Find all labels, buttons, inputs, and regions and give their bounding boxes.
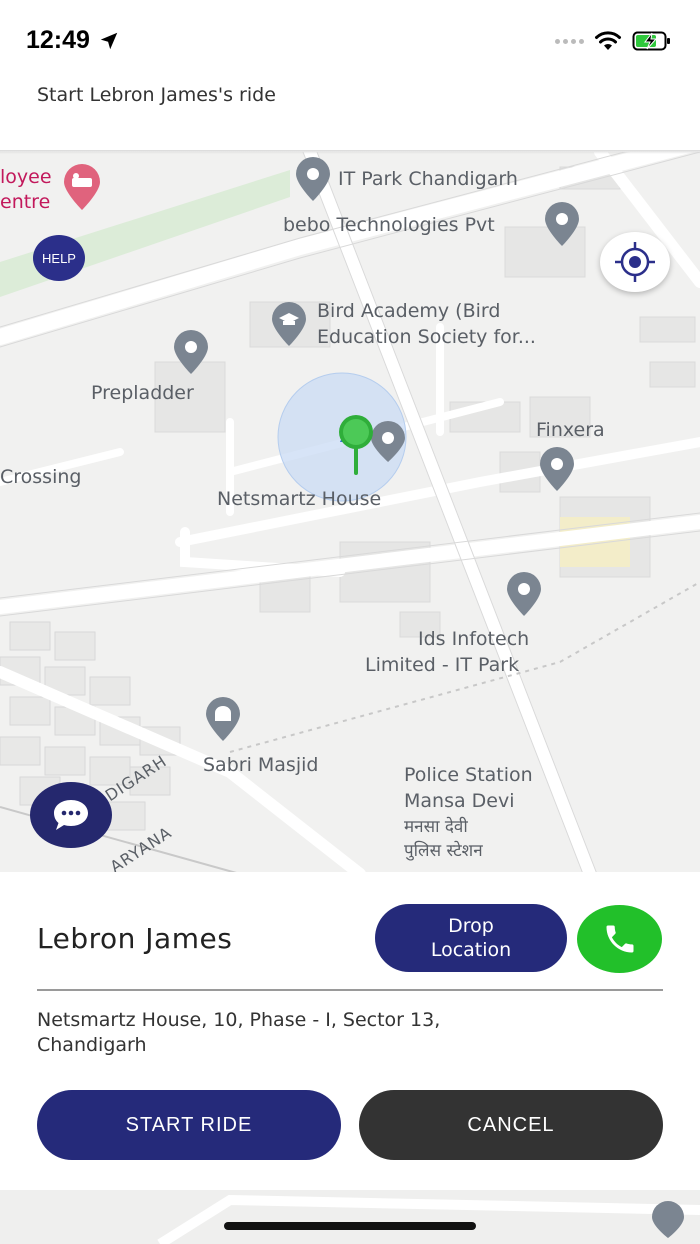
chat-button[interactable]: [30, 782, 112, 848]
map-label-employee-centre-1: loyee: [0, 166, 52, 188]
map-label-it-park: IT Park Chandigarh: [338, 168, 518, 190]
map-label-bebo: bebo Technologies Pvt: [283, 214, 495, 236]
wifi-icon: [595, 31, 621, 50]
map-label-prepladder: Prepladder: [91, 382, 194, 404]
rider-name: Lebron James: [37, 922, 233, 955]
divider: [37, 989, 663, 991]
hotel-pin-icon: [64, 164, 100, 210]
map-label-employee-centre-2: entre: [0, 191, 51, 213]
status-indicators: [555, 30, 672, 52]
map-label-police-hi-2: पुलिस स्टेशन: [404, 841, 483, 861]
mosque-pin-icon: [206, 697, 240, 741]
map-label-bird-academy-1: Bird Academy (Bird: [317, 300, 501, 322]
map-view[interactable]: loyee entre HELP IT Park Chandigarh bebo…: [0, 152, 700, 874]
page-title: Start Lebron James's ride: [37, 84, 276, 106]
status-time: 12:49: [26, 26, 90, 54]
chat-bubble-icon: [54, 800, 88, 830]
map-label-sabri-masjid: Sabri Masjid: [203, 754, 319, 776]
header-shadow: [0, 150, 700, 154]
map-label-police-1: Police Station: [404, 764, 533, 786]
status-time-group: 12:49: [26, 26, 120, 55]
school-pin-icon: [272, 302, 306, 346]
drop-location-button[interactable]: Drop Location: [375, 904, 567, 972]
place-pin-icon: [507, 572, 541, 616]
start-ride-button[interactable]: START RIDE: [37, 1090, 341, 1160]
phone-icon: [606, 925, 633, 953]
my-location-button[interactable]: [600, 232, 670, 292]
bottom-map-peek: [0, 1190, 700, 1244]
map-label-bird-academy-2: Education Society for...: [317, 326, 536, 348]
battery-charging-icon: [632, 31, 670, 51]
place-pin-icon: [540, 447, 574, 491]
map-label-crossing: Crossing: [0, 466, 82, 488]
place-pin-icon: [174, 330, 208, 374]
call-button[interactable]: [577, 905, 662, 973]
my-location-icon: [615, 242, 655, 282]
signal-strength-icon: [555, 38, 584, 44]
map-label-finxera: Finxera: [536, 419, 605, 441]
help-button[interactable]: HELP: [33, 235, 85, 281]
map-label-police-hi-1: मनसा देवी: [404, 817, 468, 837]
location-arrow-icon: [100, 32, 118, 49]
map-roads: [0, 152, 700, 874]
place-pin-icon: [545, 202, 579, 246]
place-pin-icon: [296, 157, 330, 201]
home-indicator[interactable]: [224, 1222, 476, 1230]
pickup-address: Netsmartz House, 10, Phase - I, Sector 1…: [37, 1009, 441, 1056]
status-bar: 12:49: [0, 0, 700, 80]
current-location-pin-icon: [339, 415, 405, 475]
map-label-ids-infotech-1: Ids Infotech: [418, 628, 530, 650]
map-label-ids-infotech-2: Limited - IT Park: [365, 654, 520, 676]
bottom-map-roads: [157, 1194, 700, 1244]
map-label-police-2: Mansa Devi: [404, 790, 515, 812]
cancel-button[interactable]: CANCEL: [359, 1090, 663, 1160]
map-label-netsmartz: Netsmartz House: [217, 488, 382, 510]
